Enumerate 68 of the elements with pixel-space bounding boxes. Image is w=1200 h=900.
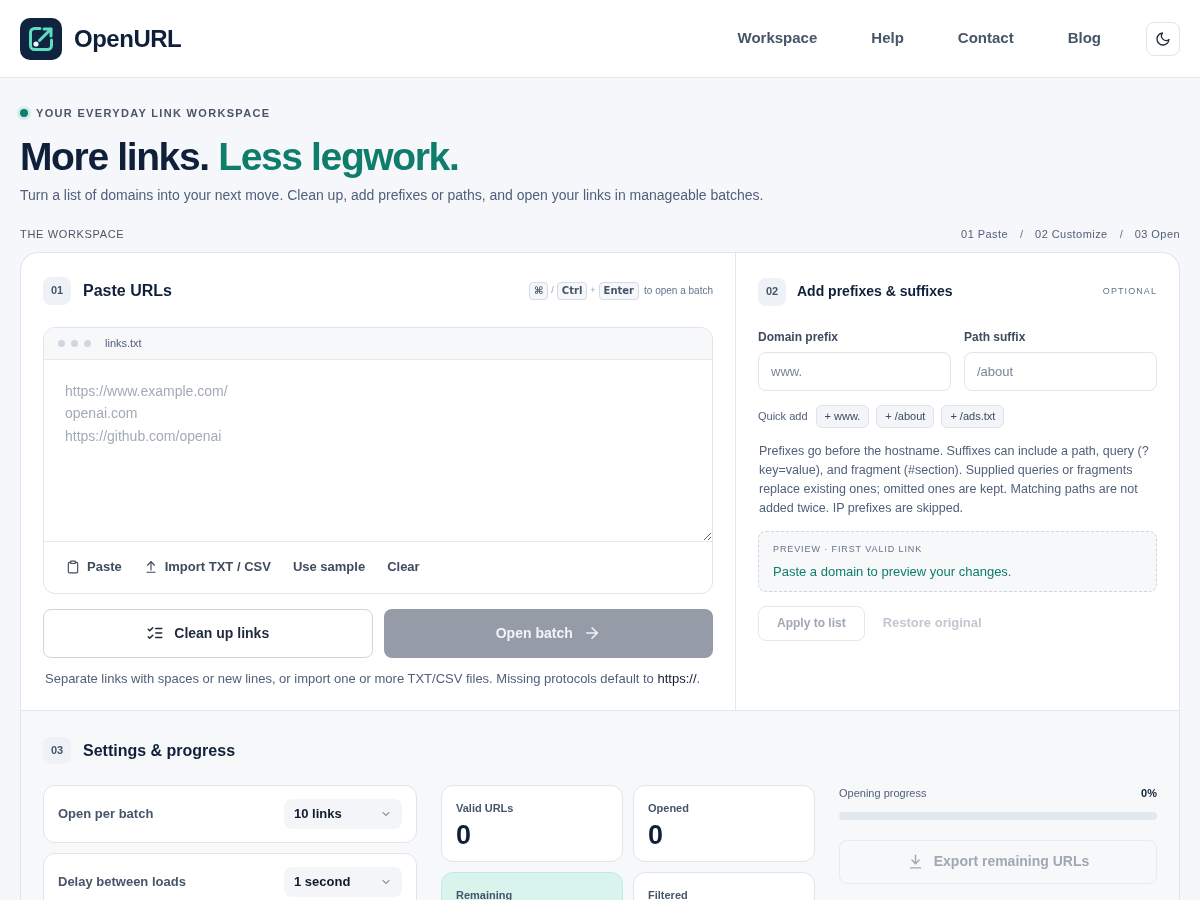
step-separator: /	[1119, 227, 1123, 243]
help-text: Prefixes go before the hostname. Suffixes can include a path, query (?key=value), and fragment (#section). Supplied queries or fragments replace existing ones; omitted ones are kept. Matching paths are not added twice. IP prefixes are skipped.	[758, 442, 1150, 517]
stat-label: Filtered	[648, 887, 689, 900]
file-name: links.txt	[105, 335, 142, 351]
quick-add-chip[interactable]: + /ads.txt	[941, 404, 1005, 428]
step-number: 02	[758, 277, 786, 306]
nav-link[interactable]: Help	[871, 27, 904, 50]
nav-link[interactable]: Blog	[1067, 27, 1101, 50]
stat-label: Opened	[648, 800, 690, 815]
optional-label: OPTIONAL	[1102, 284, 1157, 298]
clipboard-icon	[66, 560, 80, 574]
eyebrow-label: YOUR EVERYDAY LINK WORKSPACE	[36, 106, 271, 121]
step-label: 03 Open	[1134, 227, 1180, 243]
shortcut-hint: to open a batch	[644, 284, 713, 298]
panel-title: Settings & progress	[83, 740, 236, 761]
step-label: 01 Paste	[961, 227, 1009, 243]
nav-link[interactable]: Workspace	[737, 27, 818, 50]
field-label: Domain prefix	[758, 329, 839, 344]
preview-label: PREVIEW · FIRST VALID LINK	[773, 542, 924, 555]
stat-value: 0	[648, 818, 665, 851]
quick-add-chip[interactable]: + /about	[876, 404, 935, 428]
key-cap: ⌘	[529, 281, 549, 300]
key-separator: +	[590, 283, 596, 297]
clean-up-button[interactable]: Clean up links	[43, 608, 373, 658]
stat-label: Remaining	[456, 887, 514, 900]
stat-label: Valid URLs	[456, 800, 515, 815]
text-input[interactable]: www.	[758, 351, 951, 391]
upload-icon	[143, 560, 158, 574]
text-editor[interactable]: links.txt https://www.example.com/ openai.com https://github.com/openai Paste Import TXT / CSV Use sample Clear	[43, 326, 713, 594]
stat-value: 0	[456, 818, 473, 851]
key-cap: Ctrl	[556, 281, 588, 300]
quick-add-chip[interactable]: + www.	[815, 404, 870, 428]
dropdown-select[interactable]: 10 links	[284, 798, 402, 829]
toolbar-button[interactable]: Paste	[66, 557, 122, 577]
theme-toggle-button[interactable]	[1146, 21, 1180, 56]
page-subtitle: Turn a list of domains into your next move. Clean up, add prefixes or paths, and open your links in manageable batches.	[20, 185, 765, 205]
section-label: THE WORKSPACE	[20, 227, 125, 243]
step-separator: /	[1020, 227, 1024, 243]
toolbar-button[interactable]: Use sample	[292, 557, 366, 577]
step-label: 02 Customize	[1035, 227, 1108, 243]
progress-label: Opening progress	[839, 786, 927, 802]
preview-text: Paste a domain to preview your changes.	[773, 562, 1013, 580]
text-input[interactable]: /about	[964, 351, 1157, 391]
quick-add-label: Quick add	[758, 408, 808, 424]
toolbar-button[interactable]: Clear	[387, 557, 420, 577]
nav-link[interactable]: Contact	[957, 27, 1014, 50]
panel-title: Add prefixes & suffixes	[797, 282, 953, 301]
help-text: Separate links with spaces or new lines, or import one or more TXT/CSV files. Missing protocols default to https://.	[45, 669, 702, 688]
moon-icon	[1155, 30, 1171, 47]
dropdown-select[interactable]: 1 second	[284, 866, 402, 897]
page-heading: More links. Less legwork.	[20, 133, 460, 180]
dot-icon	[58, 339, 65, 347]
setting-label: Open per batch	[58, 804, 154, 823]
panel-title: Paste URLs	[83, 280, 172, 301]
step-number: 01	[43, 276, 71, 305]
brand-name[interactable]: OpenURL	[74, 20, 182, 57]
status-dot-icon	[17, 106, 31, 121]
key-cap: Enter	[598, 281, 640, 300]
logo-icon	[20, 17, 62, 60]
setting-label: Delay between loads	[58, 872, 186, 891]
progress-value: 0%	[1141, 786, 1157, 802]
step-number: 03	[43, 737, 71, 764]
key-separator: /	[551, 283, 554, 297]
checklist-icon	[146, 624, 165, 642]
dot-icon	[71, 339, 78, 347]
dot-icon	[84, 339, 91, 347]
toolbar-button[interactable]: Import TXT / CSV	[143, 557, 271, 577]
field-label: Path suffix	[964, 329, 1027, 344]
